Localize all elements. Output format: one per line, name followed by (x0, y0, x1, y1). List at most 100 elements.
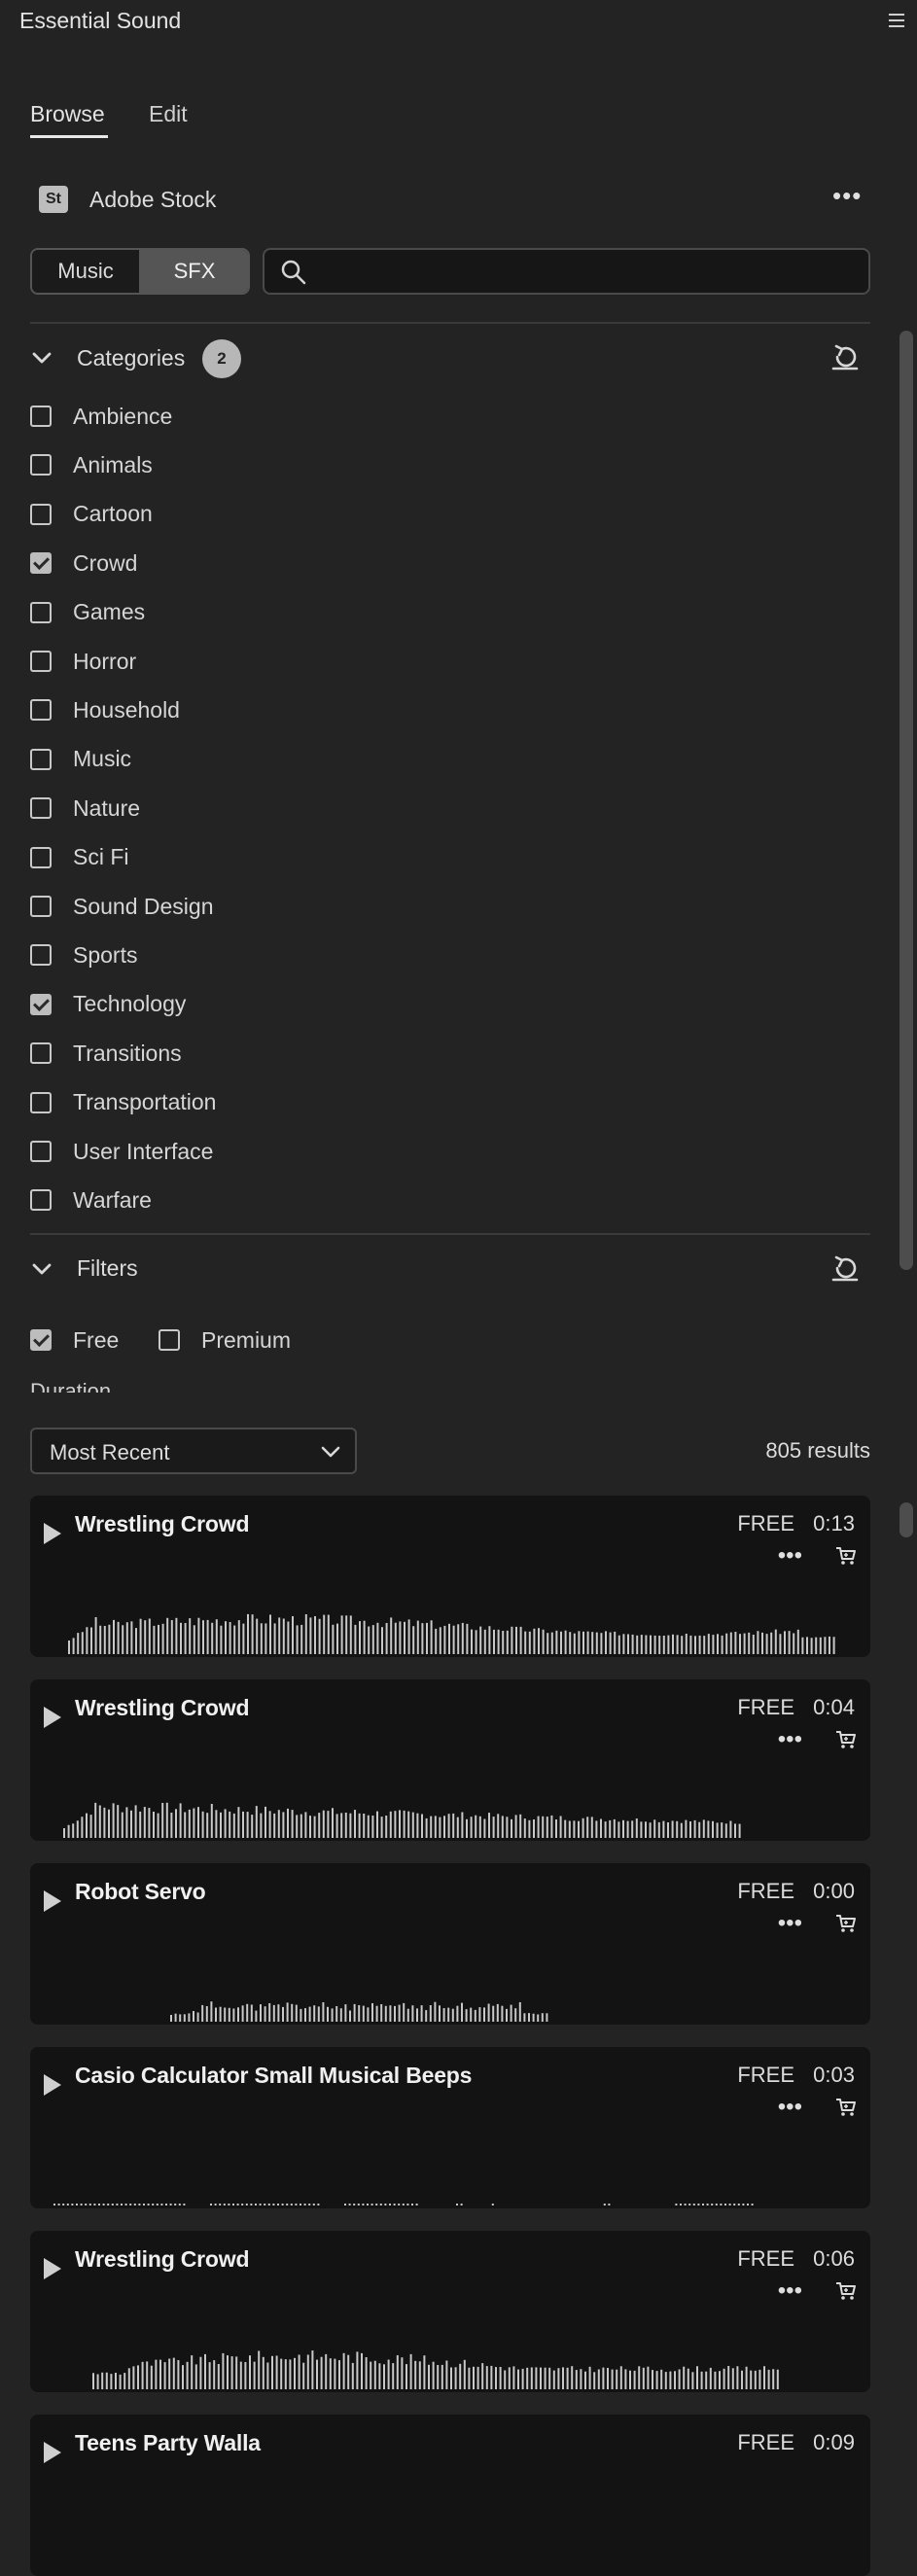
sfx-segment-button[interactable]: SFX (141, 250, 248, 293)
category-crowd-checkbox[interactable]: Crowd (30, 544, 137, 582)
filters-collapse-chevron-icon[interactable] (30, 1257, 53, 1281)
category-label: Household (73, 696, 180, 723)
category-household-checkbox[interactable]: Household (30, 690, 180, 729)
panel-menu-icon[interactable] (889, 14, 904, 31)
music-segment-button[interactable]: Music (32, 250, 141, 293)
source-label: Adobe Stock (89, 187, 217, 212)
play-icon[interactable] (44, 1890, 61, 1912)
track-more-options-icon[interactable]: ••• (778, 1542, 802, 1570)
active-tab-indicator (30, 135, 108, 138)
add-to-cart-icon[interactable] (835, 2098, 857, 2117)
track-title: Robot Servo (75, 1879, 206, 1904)
filters-scrollbar-thumb[interactable] (899, 331, 913, 1270)
category-music-checkbox[interactable]: Music (30, 740, 131, 779)
checkbox-icon (30, 1042, 52, 1065)
filter-free-checkbox[interactable]: Free (30, 1321, 119, 1359)
add-to-cart-icon[interactable] (835, 1546, 857, 1566)
track-more-options-icon[interactable]: ••• (778, 2277, 802, 2305)
track-more-options-icon[interactable]: ••• (778, 1910, 802, 1937)
checkbox-icon (30, 748, 52, 770)
category-label: Sound Design (73, 893, 214, 919)
section-divider (30, 322, 870, 324)
sort-dropdown-value: Most Recent (50, 1440, 170, 1464)
category-games-checkbox[interactable]: Games (30, 593, 145, 632)
play-icon[interactable] (44, 2074, 61, 2096)
checkbox-icon (30, 601, 52, 623)
category-warfare-checkbox[interactable]: Warfare (30, 1181, 152, 1219)
track-more-options-icon[interactable]: ••• (778, 1726, 802, 1753)
checkbox-checked-icon (30, 552, 52, 575)
track-title: Wrestling Crowd (75, 1695, 250, 1720)
category-sci-fi-checkbox[interactable]: Sci Fi (30, 838, 129, 877)
adobe-stock-logo-icon: St (39, 186, 68, 213)
category-label: Sports (73, 941, 138, 968)
category-horror-checkbox[interactable]: Horror (30, 642, 136, 681)
checkbox-icon (30, 503, 52, 525)
checkbox-icon (30, 454, 52, 476)
checkbox-icon (30, 1189, 52, 1212)
category-label: Warfare (73, 1186, 152, 1213)
filter-premium-checkbox[interactable]: Premium (159, 1321, 291, 1359)
category-label: Transportation (73, 1089, 217, 1115)
categories-collapse-chevron-icon[interactable] (30, 346, 53, 370)
track-price-badge: FREE (737, 1879, 794, 1903)
track-card[interactable]: Teens Party Walla FREE 0:09 (30, 2415, 870, 2576)
search-input[interactable] (319, 254, 858, 291)
source-more-options-icon[interactable]: ••• (832, 181, 862, 211)
track-card[interactable]: Robot Servo FREE 0:00 ••• (30, 1863, 870, 2025)
add-to-cart-icon[interactable] (835, 2281, 857, 2301)
checkbox-icon (30, 1091, 52, 1113)
category-technology-checkbox[interactable]: Technology (30, 985, 186, 1024)
play-icon[interactable] (44, 2442, 61, 2463)
track-card[interactable]: Wrestling Crowd FREE 0:06 ••• (30, 2231, 870, 2392)
duration-filter-label: Duration (30, 1379, 112, 1393)
track-duration: 0:04 (813, 1695, 855, 1719)
track-duration: 0:06 (813, 2246, 855, 2271)
sort-dropdown[interactable]: Most Recent (30, 1428, 357, 1474)
categories-reset-icon[interactable] (830, 342, 860, 371)
track-card[interactable]: Wrestling Crowd FREE 0:04 ••• (30, 1679, 870, 1841)
checkbox-checked-icon (30, 1329, 52, 1351)
categories-selected-count-badge: 2 (202, 339, 241, 378)
category-transitions-checkbox[interactable]: Transitions (30, 1034, 182, 1073)
play-icon[interactable] (44, 1523, 61, 1544)
play-icon[interactable] (44, 1707, 61, 1728)
track-duration: 0:00 (813, 1879, 855, 1903)
checkbox-checked-icon (30, 993, 52, 1015)
checkbox-icon (159, 1329, 180, 1351)
category-sound-design-checkbox[interactable]: Sound Design (30, 887, 214, 926)
track-title: Teens Party Walla (75, 2430, 261, 2455)
category-user-interface-checkbox[interactable]: User Interface (30, 1132, 213, 1171)
category-label: User Interface (73, 1138, 214, 1164)
category-label: Sci Fi (73, 844, 129, 870)
track-card[interactable]: Casio Calculator Small Musical Beeps FREE… (30, 2047, 870, 2208)
track-card[interactable]: Wrestling Crowd FREE 0:13 ••• (30, 1496, 870, 1657)
checkbox-icon (30, 896, 52, 917)
categories-heading: Categories (77, 345, 186, 371)
category-cartoon-checkbox[interactable]: Cartoon (30, 495, 153, 534)
checkbox-icon (30, 846, 52, 868)
filters-reset-icon[interactable] (830, 1253, 860, 1283)
play-icon[interactable] (44, 2258, 61, 2279)
category-label: Horror (73, 648, 137, 674)
track-duration: 0:03 (813, 2063, 855, 2087)
results-scrollbar-thumb[interactable] (899, 1502, 913, 1537)
filters-heading: Filters (77, 1255, 138, 1281)
category-label: Ambience (73, 403, 173, 429)
track-more-options-icon[interactable]: ••• (778, 2094, 802, 2121)
category-transportation-checkbox[interactable]: Transportation (30, 1083, 216, 1122)
add-to-cart-icon[interactable] (835, 1730, 857, 1749)
category-nature-checkbox[interactable]: Nature (30, 789, 140, 828)
category-label: Crowd (73, 549, 138, 576)
track-title: Wrestling Crowd (75, 2246, 250, 2272)
track-title: Casio Calculator Small Musical Beeps (75, 2063, 473, 2088)
tab-browse[interactable]: Browse (30, 101, 105, 127)
category-label: Transitions (73, 1040, 182, 1066)
add-to-cart-icon[interactable] (835, 1914, 857, 1933)
category-animals-checkbox[interactable]: Animals (30, 445, 153, 484)
track-duration: 0:13 (813, 1511, 855, 1535)
category-sports-checkbox[interactable]: Sports (30, 935, 137, 974)
category-ambience-checkbox[interactable]: Ambience (30, 397, 172, 436)
track-price-badge: FREE (737, 2246, 794, 2271)
tab-edit[interactable]: Edit (149, 101, 188, 127)
